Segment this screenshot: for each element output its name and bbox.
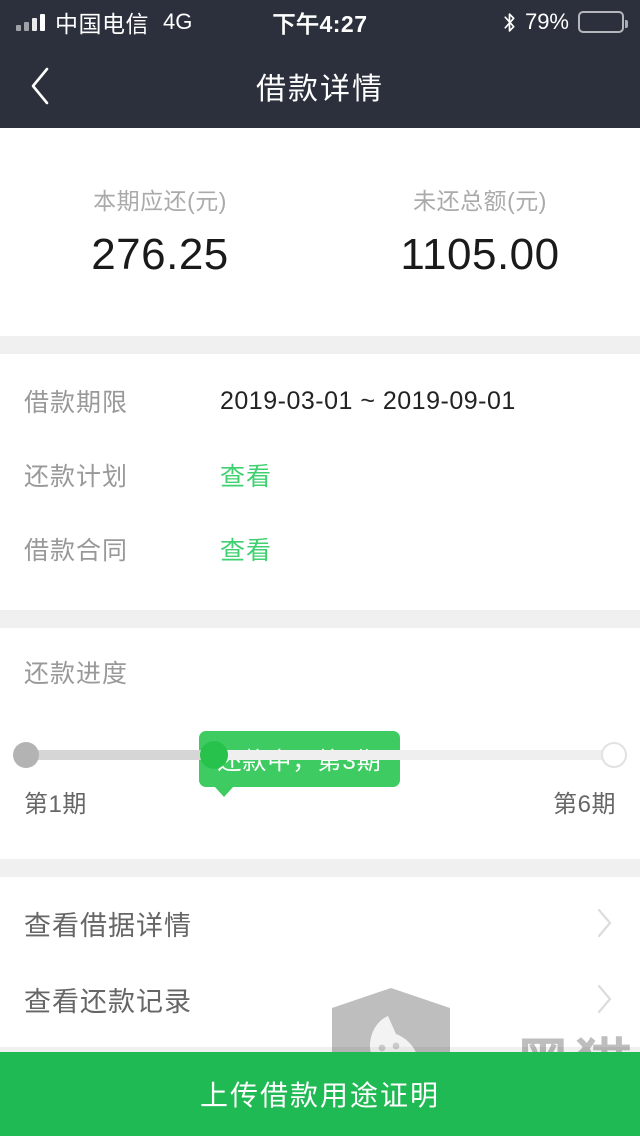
amount-summary-card: 本期应还(元) 276.25 未还总额(元) 1105.00 xyxy=(0,128,640,336)
amount-label: 未还总额(元) xyxy=(413,188,547,214)
progress-track-filled xyxy=(26,750,215,760)
page-title: 借款详情 xyxy=(256,73,384,106)
status-bar-right: 79% xyxy=(503,9,628,35)
nav-bar: 借款详情 xyxy=(0,44,640,128)
chevron-right-icon xyxy=(597,908,612,938)
progress-dot-end xyxy=(601,742,627,768)
back-chevron-icon xyxy=(31,67,49,105)
progress-end-label: 第6期 xyxy=(553,791,616,818)
progress-dot-start xyxy=(13,742,39,768)
progress-dot-current[interactable] xyxy=(200,741,229,769)
amount-current-due: 本期应还(元) 276.25 xyxy=(0,182,320,280)
info-row-repayment-plan[interactable]: 还款计划 查看 xyxy=(0,438,640,512)
amount-label: 本期应还(元) xyxy=(93,188,227,214)
link-row-label: 查看还款记录 xyxy=(24,986,192,1017)
link-row-label: 查看借据详情 xyxy=(24,910,192,941)
section-divider xyxy=(0,336,640,354)
info-row-loan-term: 借款期限 2019-03-01 ~ 2019-09-01 xyxy=(0,364,640,438)
section-divider xyxy=(0,610,640,628)
info-label: 借款合同 xyxy=(24,537,129,565)
carrier-label: 中国电信 xyxy=(55,11,149,37)
battery-percent-label: 79% xyxy=(524,9,569,34)
loan-info-card: 借款期限 2019-03-01 ~ 2019-09-01 还款计划 查看 借款合… xyxy=(0,354,640,610)
back-button[interactable] xyxy=(0,44,80,128)
upload-loan-purpose-proof-button[interactable]: 上传借款用途证明 xyxy=(0,1052,640,1136)
status-bar: 中国电信 4G 下午4:27 79% xyxy=(0,0,640,44)
chevron-right-icon xyxy=(597,984,612,1014)
amount-row: 本期应还(元) 276.25 未还总额(元) 1105.00 xyxy=(0,128,640,336)
progress-track[interactable] xyxy=(13,741,627,769)
info-label: 还款计划 xyxy=(24,463,129,491)
detail-links-card: 查看借据详情 查看还款记录 xyxy=(0,877,640,1047)
app-screen: 中国电信 4G 下午4:27 79% 借款详情 本期应还(元) 276.25 未… xyxy=(0,0,640,1136)
bluetooth-icon xyxy=(504,12,515,32)
progress-slider[interactable]: 还款中，第3期 第1期 第6期 xyxy=(13,731,627,819)
progress-section-title: 还款进度 xyxy=(24,660,129,688)
info-value: 2019-03-01 ~ 2019-09-01 xyxy=(220,386,516,415)
section-divider xyxy=(0,859,640,877)
repayment-progress-card: 还款进度 还款中，第3期 第1期 第6期 xyxy=(0,628,640,859)
network-type-label: 4G xyxy=(163,9,193,34)
amount-value: 276.25 xyxy=(91,230,229,279)
status-bar-left: 中国电信 4G xyxy=(16,5,503,39)
info-label: 借款期限 xyxy=(24,389,129,417)
loan-info-list: 借款期限 2019-03-01 ~ 2019-09-01 还款计划 查看 借款合… xyxy=(0,354,640,610)
view-repayment-records-row[interactable]: 查看还款记录 xyxy=(0,961,640,1037)
view-loan-note-detail-row[interactable]: 查看借据详情 xyxy=(0,885,640,961)
signal-bars-icon xyxy=(16,13,45,31)
progress-scale-labels: 第1期 第6期 xyxy=(24,784,616,819)
battery-icon xyxy=(578,11,628,33)
amount-total-outstanding: 未还总额(元) 1105.00 xyxy=(320,182,640,280)
progress-start-label: 第1期 xyxy=(24,791,87,818)
view-repayment-plan-link[interactable]: 查看 xyxy=(220,457,272,493)
view-loan-contract-link[interactable]: 查看 xyxy=(220,531,272,567)
amount-value: 1105.00 xyxy=(400,230,560,279)
info-row-loan-contract[interactable]: 借款合同 查看 xyxy=(0,512,640,586)
